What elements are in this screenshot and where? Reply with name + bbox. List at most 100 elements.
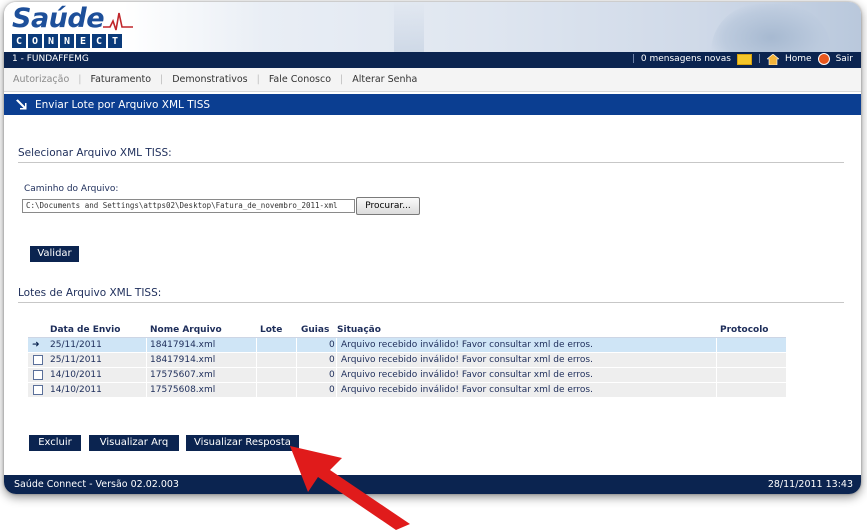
home-link[interactable]: Home (785, 54, 812, 64)
column-divider (296, 353, 297, 367)
logo-letter: O (28, 34, 42, 48)
logo-letter: T (108, 34, 122, 48)
column-header[interactable]: Data de Envio (50, 325, 120, 335)
menu-item-faturamento[interactable]: Faturamento (81, 74, 160, 85)
view-file-button[interactable]: Visualizar Arq (89, 435, 179, 451)
menu-item-alterar-senha[interactable]: Alterar Senha (343, 74, 426, 85)
home-icon[interactable] (766, 53, 779, 65)
status-cell: Arquivo recebido inválido! Favor consult… (341, 385, 593, 395)
date-cell: 14/10/2011 (50, 370, 102, 380)
date-cell: 25/11/2011 (50, 355, 102, 365)
file-cell: 18417914.xml (150, 355, 216, 365)
column-divider (146, 338, 147, 352)
column-divider (336, 338, 337, 352)
path-label: Caminho do Arquivo: (24, 184, 119, 194)
column-divider (716, 353, 717, 367)
logo-letter: C (92, 34, 106, 48)
column-divider (256, 368, 257, 382)
annotation-arrow-icon (290, 446, 410, 530)
table-header: Data de Envio Nome Arquivo Lote Guias Si… (28, 323, 786, 338)
status-cell: Arquivo recebido inválido! Favor consult… (341, 340, 593, 350)
guias-cell: 0 (329, 355, 335, 365)
messages-link[interactable]: 0 mensagens novas (641, 54, 731, 64)
column-divider (256, 353, 257, 367)
logout-link[interactable]: Sair (836, 54, 853, 64)
datetime-text: 28/11/2011 13:43 (767, 479, 853, 490)
column-divider (336, 383, 337, 397)
table-row[interactable]: ➜ 25/11/2011 18417914.xml 0 Arquivo rece… (28, 338, 786, 353)
header-banner: Saúde C O N N E C T (4, 2, 861, 52)
guias-cell: 0 (329, 385, 335, 395)
column-divider (256, 383, 257, 397)
row-checkbox[interactable] (33, 370, 43, 380)
column-divider (146, 353, 147, 367)
column-header[interactable]: Nome Arquivo (150, 325, 222, 335)
logo-letter: E (76, 34, 90, 48)
row-checkbox[interactable] (33, 355, 43, 365)
column-header[interactable]: Situação (337, 325, 381, 335)
file-cell: 17575608.xml (150, 385, 216, 395)
organization-name: 1 - FUNDAFFEMG (12, 54, 89, 64)
file-path-input[interactable]: C:\Documents and Settings\attps02\Deskto… (22, 199, 355, 213)
column-divider (146, 383, 147, 397)
logo-title: Saúde (12, 3, 105, 34)
column-divider (716, 368, 717, 382)
divider (18, 302, 844, 303)
column-divider (296, 338, 297, 352)
footer-bar: Saúde Connect - Versão 02.02.003 28/11/2… (4, 475, 861, 494)
section-title-bar: Enviar Lote por Arquivo XML TISS (4, 94, 861, 115)
selected-row-arrow-icon: ➜ (32, 340, 40, 350)
logo-letter: N (44, 34, 58, 48)
guias-cell: 0 (329, 370, 335, 380)
date-cell: 25/11/2011 (50, 340, 102, 350)
table-row[interactable]: 25/11/2011 18417914.xml 0 Arquivo recebi… (28, 353, 786, 368)
column-divider (716, 383, 717, 397)
column-divider (716, 338, 717, 352)
envelope-icon[interactable] (736, 53, 752, 65)
column-header[interactable]: Guias (301, 325, 329, 335)
date-cell: 14/10/2011 (50, 385, 102, 395)
divider (18, 162, 844, 163)
column-header[interactable]: Lote (260, 325, 282, 335)
main-content: Selecionar Arquivo XML TISS: Caminho do … (4, 115, 861, 475)
power-icon[interactable] (817, 53, 830, 65)
table-row[interactable]: 14/10/2011 17575607.xml 0 Arquivo recebi… (28, 368, 786, 383)
upload-heading: Selecionar Arquivo XML TISS: (18, 147, 172, 159)
column-divider (296, 368, 297, 382)
menu-item-fale-conosco[interactable]: Fale Conosco (260, 74, 340, 85)
pulse-icon (103, 12, 133, 31)
logo-subtitle: C O N N E C T (12, 34, 122, 49)
top-bar: 1 - FUNDAFFEMG | 0 mensagens novas | Hom… (4, 52, 861, 68)
column-header[interactable]: Protocolo (720, 325, 769, 335)
column-divider (296, 383, 297, 397)
column-divider (146, 368, 147, 382)
arrow-icon (16, 99, 27, 110)
browse-button[interactable]: Procurar... (356, 197, 420, 215)
lots-table: Data de Envio Nome Arquivo Lote Guias Si… (28, 323, 786, 398)
menu-item-autorizacao[interactable]: Autorização (4, 74, 78, 85)
validate-button[interactable]: Validar (30, 246, 79, 262)
logo-letter: C (12, 34, 26, 48)
file-cell: 17575607.xml (150, 370, 216, 380)
divider: | (757, 54, 761, 64)
header-decoration (394, 2, 424, 52)
column-divider (336, 368, 337, 382)
logo-letter: N (60, 34, 74, 48)
file-cell: 18417914.xml (150, 340, 216, 350)
header-globe-decoration (711, 4, 831, 52)
table-row[interactable]: 14/10/2011 17575608.xml 0 Arquivo recebi… (28, 383, 786, 398)
top-bar-actions: | 0 mensagens novas | Home Sair (632, 53, 853, 65)
divider: | (631, 54, 635, 64)
delete-button[interactable]: Excluir (29, 435, 81, 451)
app-window: Saúde C O N N E C T 1 - FUNDAFFEMG | 0 m… (4, 2, 861, 494)
menu-item-demonstrativos[interactable]: Demonstrativos (163, 74, 256, 85)
guias-cell: 0 (329, 340, 335, 350)
column-divider (336, 353, 337, 367)
lots-heading: Lotes de Arquivo XML TISS: (18, 287, 162, 299)
column-divider (256, 338, 257, 352)
row-checkbox[interactable] (33, 385, 43, 395)
section-title: Enviar Lote por Arquivo XML TISS (35, 98, 211, 111)
status-cell: Arquivo recebido inválido! Favor consult… (341, 370, 593, 380)
main-menu: Autorização | Faturamento | Demonstrativ… (4, 68, 861, 92)
version-text: Saúde Connect - Versão 02.02.003 (14, 479, 179, 490)
